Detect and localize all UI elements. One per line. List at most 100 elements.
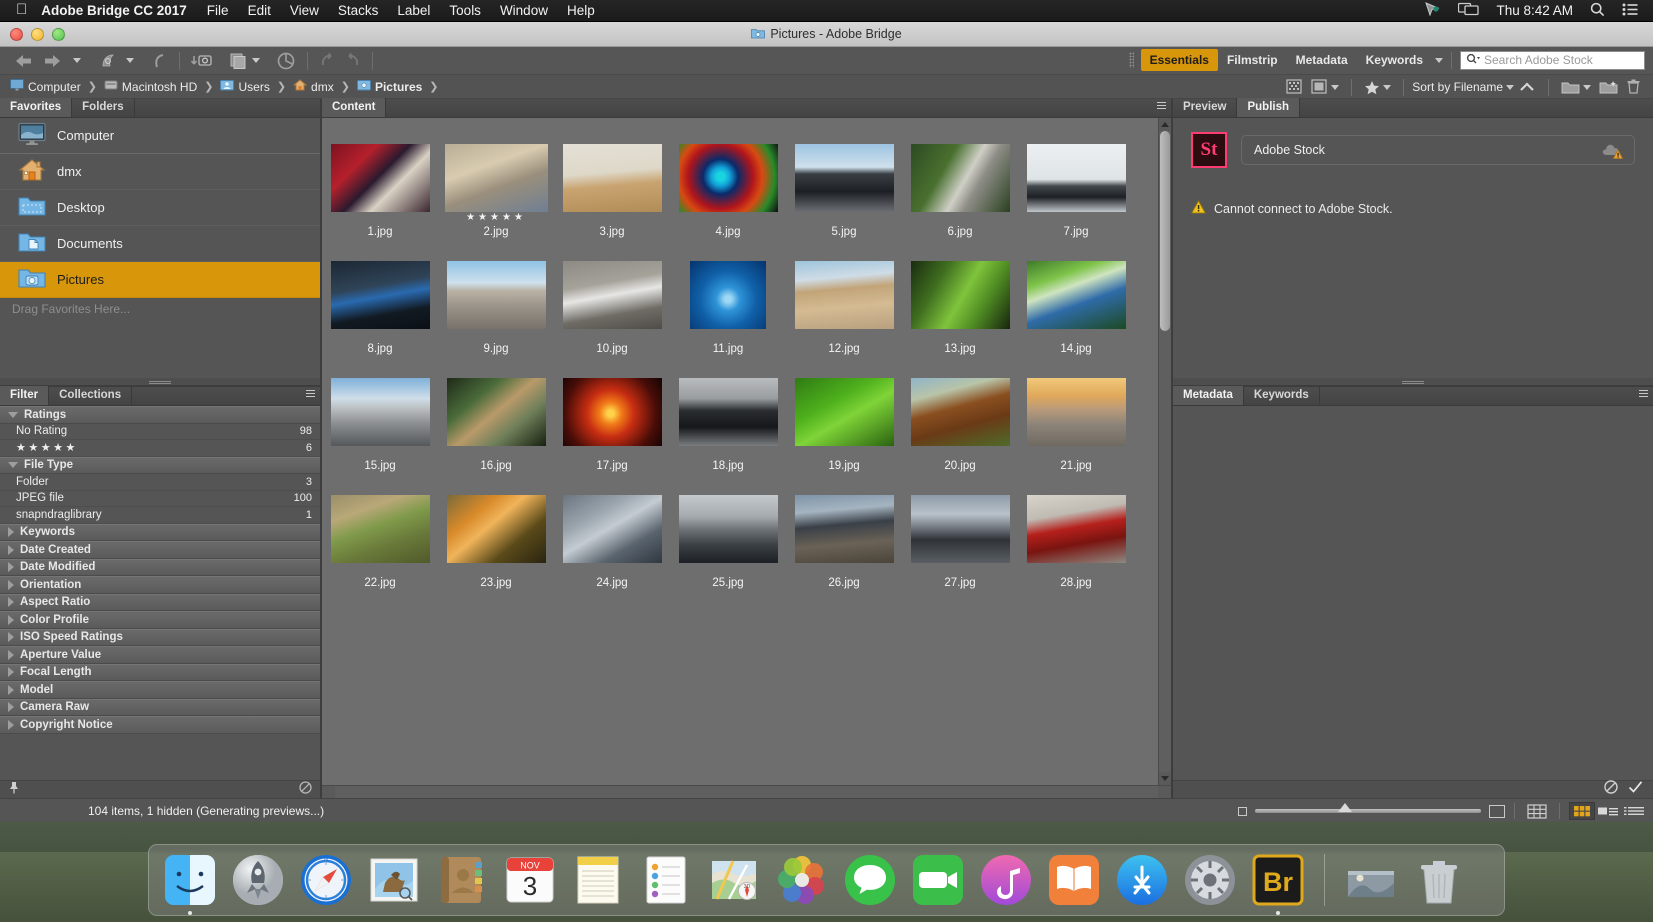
thumbnail-image[interactable]: [447, 257, 546, 329]
disclosure-triangle-icon[interactable]: [8, 580, 14, 590]
scroll-left-arrow[interactable]: [322, 786, 335, 798]
thumbnail-image[interactable]: [563, 374, 662, 446]
tab-preview[interactable]: Preview: [1173, 98, 1237, 117]
thumbnail-image[interactable]: [1027, 140, 1126, 212]
rotate-right-button[interactable]: [340, 50, 365, 72]
workspace-drag-grip[interactable]: [1129, 52, 1134, 68]
thumbnail-cell[interactable]: 27.jpg: [903, 491, 1017, 589]
thumbnail-image[interactable]: [679, 374, 778, 446]
filter-group-aperture-value[interactable]: Aperture Value: [0, 646, 320, 664]
workspace-filmstrip[interactable]: Filmstrip: [1218, 49, 1287, 71]
thumbnail-cell[interactable]: 12.jpg: [787, 257, 901, 355]
dock-maps[interactable]: 3D: [707, 853, 761, 907]
caret-down-icon[interactable]: [1506, 85, 1514, 90]
scroll-right-arrow[interactable]: [1158, 786, 1171, 798]
thumbnail-image[interactable]: [911, 491, 1010, 563]
tab-filter[interactable]: Filter: [0, 386, 49, 405]
rating-filter-star-icon[interactable]: [1360, 76, 1395, 98]
pushpin-icon[interactable]: [8, 781, 20, 799]
dock-contacts[interactable]: [435, 853, 489, 907]
dock-calendar[interactable]: NOV3: [503, 853, 557, 907]
thumbnail-cell[interactable]: 14.jpg: [1019, 257, 1133, 355]
filter-group-file-type[interactable]: File Type: [0, 457, 320, 475]
breadcrumb-item-pictures[interactable]: Pictures: [357, 79, 422, 94]
thumbnail-cell[interactable]: 22.jpg: [323, 491, 437, 589]
tab-content[interactable]: Content: [322, 98, 386, 117]
filter-row-snapndraglibrary[interactable]: snapndraglibrary 1: [0, 507, 320, 524]
menubar-app-name[interactable]: Adobe Bridge CC 2017: [41, 3, 187, 18]
thumbnail-cell[interactable]: 7.jpg: [1019, 140, 1133, 238]
dock-itunes[interactable]: [979, 853, 1033, 907]
scroll-thumb[interactable]: [1160, 131, 1170, 331]
apple-logo-icon[interactable]: : [16, 2, 27, 17]
thumbnail-cell[interactable]: 6.jpg: [903, 140, 1017, 238]
thumbnail-image[interactable]: [563, 491, 662, 563]
thumbnail-rating[interactable]: ★★★★★: [466, 212, 526, 224]
dock-ibooks[interactable]: [1047, 853, 1101, 907]
menu-tools[interactable]: Tools: [449, 3, 481, 18]
filter-row-jpeg-file[interactable]: JPEG file 100: [0, 491, 320, 508]
thumbnail-cell[interactable]: 11.jpg: [671, 257, 785, 355]
thumbnail-image[interactable]: [445, 140, 548, 212]
disclosure-triangle-icon[interactable]: [8, 615, 14, 625]
thumbnail-image[interactable]: [795, 374, 894, 446]
thumbnail-image[interactable]: [795, 140, 894, 212]
workspace-overflow-caret-down-icon[interactable]: [1435, 58, 1443, 63]
new-subfolder-icon[interactable]: [1595, 76, 1622, 98]
dock-messages[interactable]: [843, 853, 897, 907]
filter-group-camera-raw[interactable]: Camera Raw: [0, 699, 320, 717]
sidebar-item-dmx[interactable]: dmx: [0, 154, 320, 190]
breadcrumb-item-computer[interactable]: Computer: [10, 79, 81, 94]
workspace-essentials[interactable]: Essentials: [1141, 49, 1218, 71]
forward-arrow-button[interactable]: [38, 50, 66, 72]
small-thumbnail-icon[interactable]: [1238, 807, 1247, 816]
zoom-track[interactable]: [1255, 809, 1481, 813]
filter-group-aspect-ratio[interactable]: Aspect Ratio: [0, 594, 320, 612]
menu-view[interactable]: View: [290, 3, 319, 18]
content-vertical-scrollbar[interactable]: [1158, 118, 1171, 785]
filter-group-focal-length[interactable]: Focal Length: [0, 664, 320, 682]
menu-stacks[interactable]: Stacks: [338, 3, 379, 18]
thumbnail-image[interactable]: [911, 257, 1010, 329]
filter-group-keywords[interactable]: Keywords: [0, 524, 320, 542]
open-in-camera-raw-button[interactable]: [272, 50, 300, 72]
sidebar-item-documents[interactable]: Documents: [0, 226, 320, 262]
dock-launchpad[interactable]: [231, 853, 285, 907]
thumbnail-cell[interactable]: 19.jpg: [787, 374, 901, 472]
dock-notes[interactable]: [571, 853, 625, 907]
get-photos-from-camera-button[interactable]: [187, 50, 217, 72]
dock-downloads[interactable]: [1344, 853, 1398, 907]
filter-group-date-created[interactable]: Date Created: [0, 541, 320, 559]
dock-bridge[interactable]: Br: [1251, 853, 1305, 907]
disclosure-triangle-icon[interactable]: [8, 462, 18, 468]
disclosure-triangle-icon[interactable]: [8, 562, 14, 572]
thumbnail-cell[interactable]: 13.jpg: [903, 257, 1017, 355]
thumbnail-cell[interactable]: 28.jpg: [1019, 491, 1133, 589]
workspace-keywords[interactable]: Keywords: [1357, 49, 1432, 71]
view-list[interactable]: [1621, 802, 1647, 820]
thumbnail-image[interactable]: [447, 491, 546, 563]
thumbnail-cell[interactable]: 15.jpg: [323, 374, 437, 472]
adobe-stock-account-field[interactable]: Adobe Stock: [1241, 135, 1635, 165]
sort-direction-chevron-up-icon[interactable]: [1514, 76, 1540, 98]
filter-group-iso-speed-ratings[interactable]: ISO Speed Ratings: [0, 629, 320, 647]
view-grid[interactable]: [1569, 802, 1595, 820]
thumbnail-cell[interactable]: 20.jpg: [903, 374, 1017, 472]
tab-metadata[interactable]: Metadata: [1173, 386, 1244, 405]
thumbnail-cell[interactable]: 24.jpg: [555, 491, 669, 589]
dock-appstore[interactable]: [1115, 853, 1169, 907]
breadcrumb-item-macintosh-hd[interactable]: Macintosh HD: [104, 79, 197, 94]
thumbnail-cell[interactable]: 21.jpg: [1019, 374, 1133, 472]
trash-icon[interactable]: [1622, 76, 1645, 98]
disclosure-triangle-icon[interactable]: [8, 632, 14, 642]
dock-photos[interactable]: [775, 853, 829, 907]
disclosure-triangle-icon[interactable]: [8, 650, 14, 660]
thumbnail-image[interactable]: [331, 374, 430, 446]
disclosure-triangle-icon[interactable]: [8, 527, 14, 537]
thumbnail-cell[interactable]: 3.jpg: [555, 140, 669, 238]
zoom-knob[interactable]: [1338, 803, 1352, 812]
control-center-icon[interactable]: [1622, 3, 1638, 19]
thumbnail-image[interactable]: [1027, 374, 1126, 446]
sidebar-item-pictures[interactable]: Pictures: [0, 262, 320, 298]
workspace-metadata[interactable]: Metadata: [1287, 49, 1357, 71]
